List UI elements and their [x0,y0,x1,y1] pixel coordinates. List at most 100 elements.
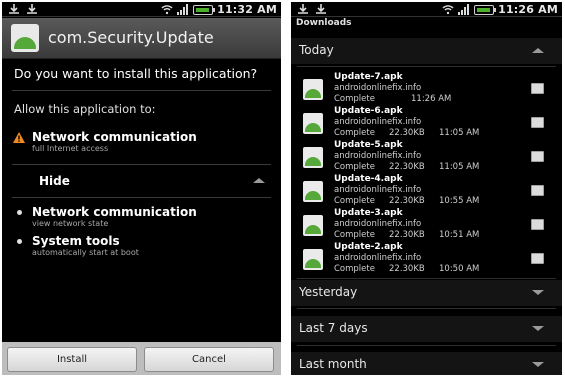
permission-subtitle: view network state [32,219,109,228]
download-item[interactable]: Update-5.apk androidonlinefix.info Compl… [291,140,562,173]
install-screen: 11:32 AM com.Security.Update Do you want… [2,2,281,375]
download-status: Complete [334,196,375,206]
download-domain: androidonlinefix.info [334,83,422,93]
select-checkbox[interactable] [531,253,544,264]
divider [12,197,271,198]
wifi-icon [161,5,173,15]
downloads-title: Downloads [296,18,352,28]
download-item[interactable]: Update-3.apk androidonlinefix.info Compl… [291,208,562,241]
app-header: com.Security.Update [2,18,281,59]
section-today[interactable]: Today [291,38,562,64]
hide-label: Hide [39,174,70,188]
button-bar: Install Cancel [2,342,281,375]
download-domain: androidonlinefix.info [334,253,422,263]
apk-file-icon [303,181,323,202]
download-domain: androidonlinefix.info [334,185,422,195]
battery-icon [193,4,216,15]
permission-title: System tools [32,234,120,248]
permission-subtitle: automatically start at boot [32,248,139,257]
download-status: Complete [334,264,375,274]
download-status: Complete [334,230,375,240]
download-time: 10:51 AM [439,230,480,240]
android-app-icon [11,24,39,52]
section-last-month[interactable]: Last month [291,352,562,375]
download-domain: androidonlinefix.info [334,219,422,229]
expand-arrow-icon[interactable] [532,326,544,331]
download-name: Update-3.apk [334,208,403,218]
divider [12,164,271,165]
download-domain: androidonlinefix.info [334,117,422,127]
download-status: Complete [334,94,375,104]
divider [297,308,556,309]
permission-title: Network communication [32,130,197,144]
select-checkbox[interactable] [531,117,544,128]
download-time: 11:05 AM [439,162,480,172]
app-name: com.Security.Update [48,28,214,47]
status-time: 11:26 AM [498,3,558,16]
permission-title: Network communication [32,205,197,219]
download-time: 11:05 AM [439,128,480,138]
download-name: Update-7.apk [334,72,403,82]
download-item[interactable]: Update-2.apk androidonlinefix.info Compl… [291,242,562,275]
bullet-icon [17,210,22,215]
status-bar: 11:26 AM [291,2,562,17]
battery-icon [474,4,497,15]
download-size: 22.30KB [389,196,425,206]
select-checkbox[interactable] [531,185,544,196]
download-item[interactable]: Update-7.apk androidonlinefix.info Compl… [291,72,562,105]
divider [297,345,556,346]
download-status: Complete [334,162,375,172]
download-domain: androidonlinefix.info [334,151,422,161]
divider [297,278,556,279]
divider [297,66,556,67]
download-name: Update-2.apk [334,242,403,252]
section-label: Last 7 days [299,321,368,335]
apk-file-icon [303,147,323,168]
download-time: 10:50 AM [439,264,480,274]
install-button[interactable]: Install [7,347,137,372]
status-time: 11:32 AM [217,3,277,16]
section-label: Last month [299,357,367,371]
download-notification-icon[interactable] [8,4,20,15]
download-size: 22.30KB [389,230,425,240]
section-label: Yesterday [299,285,358,299]
signal-icon [458,4,470,15]
download-name: Update-5.apk [334,140,403,150]
apk-file-icon [303,249,323,270]
install-question: Do you want to install this application? [14,66,258,81]
collapse-arrow-icon[interactable] [253,178,265,183]
download-time: 11:26 AM [411,94,452,104]
download-notification-icon[interactable] [315,4,327,15]
wifi-icon [442,5,454,15]
download-time: 10:55 AM [439,196,480,206]
apk-file-icon [303,215,323,236]
status-bar: 11:32 AM [2,2,281,17]
cancel-button[interactable]: Cancel [144,347,274,372]
select-checkbox[interactable] [531,151,544,162]
hide-toggle[interactable]: Hide [2,166,281,196]
download-size: 22.30KB [389,162,425,172]
download-size: 22.30KB [389,128,425,138]
download-status: Complete [334,128,375,138]
section-yesterday[interactable]: Yesterday [291,280,562,306]
download-notification-icon[interactable] [26,4,38,15]
download-notification-icon[interactable] [297,4,309,15]
expand-arrow-icon[interactable] [532,362,544,367]
divider [12,90,271,91]
section-label: Today [299,43,334,57]
apk-file-icon [303,79,323,100]
select-checkbox[interactable] [531,219,544,230]
select-checkbox[interactable] [531,83,544,94]
collapse-arrow-icon[interactable] [532,48,544,53]
permission-subtitle: full Internet access [32,144,109,153]
download-name: Update-6.apk [334,106,403,116]
apk-file-icon [303,113,323,134]
download-item[interactable]: Update-4.apk androidonlinefix.info Compl… [291,174,562,207]
expand-arrow-icon[interactable] [532,290,544,295]
download-name: Update-4.apk [334,174,403,184]
section-last-7-days[interactable]: Last 7 days [291,316,562,342]
download-item[interactable]: Update-6.apk androidonlinefix.info Compl… [291,106,562,139]
signal-icon [177,4,189,15]
download-size: 22.30KB [389,264,425,274]
bullet-icon [17,239,22,244]
